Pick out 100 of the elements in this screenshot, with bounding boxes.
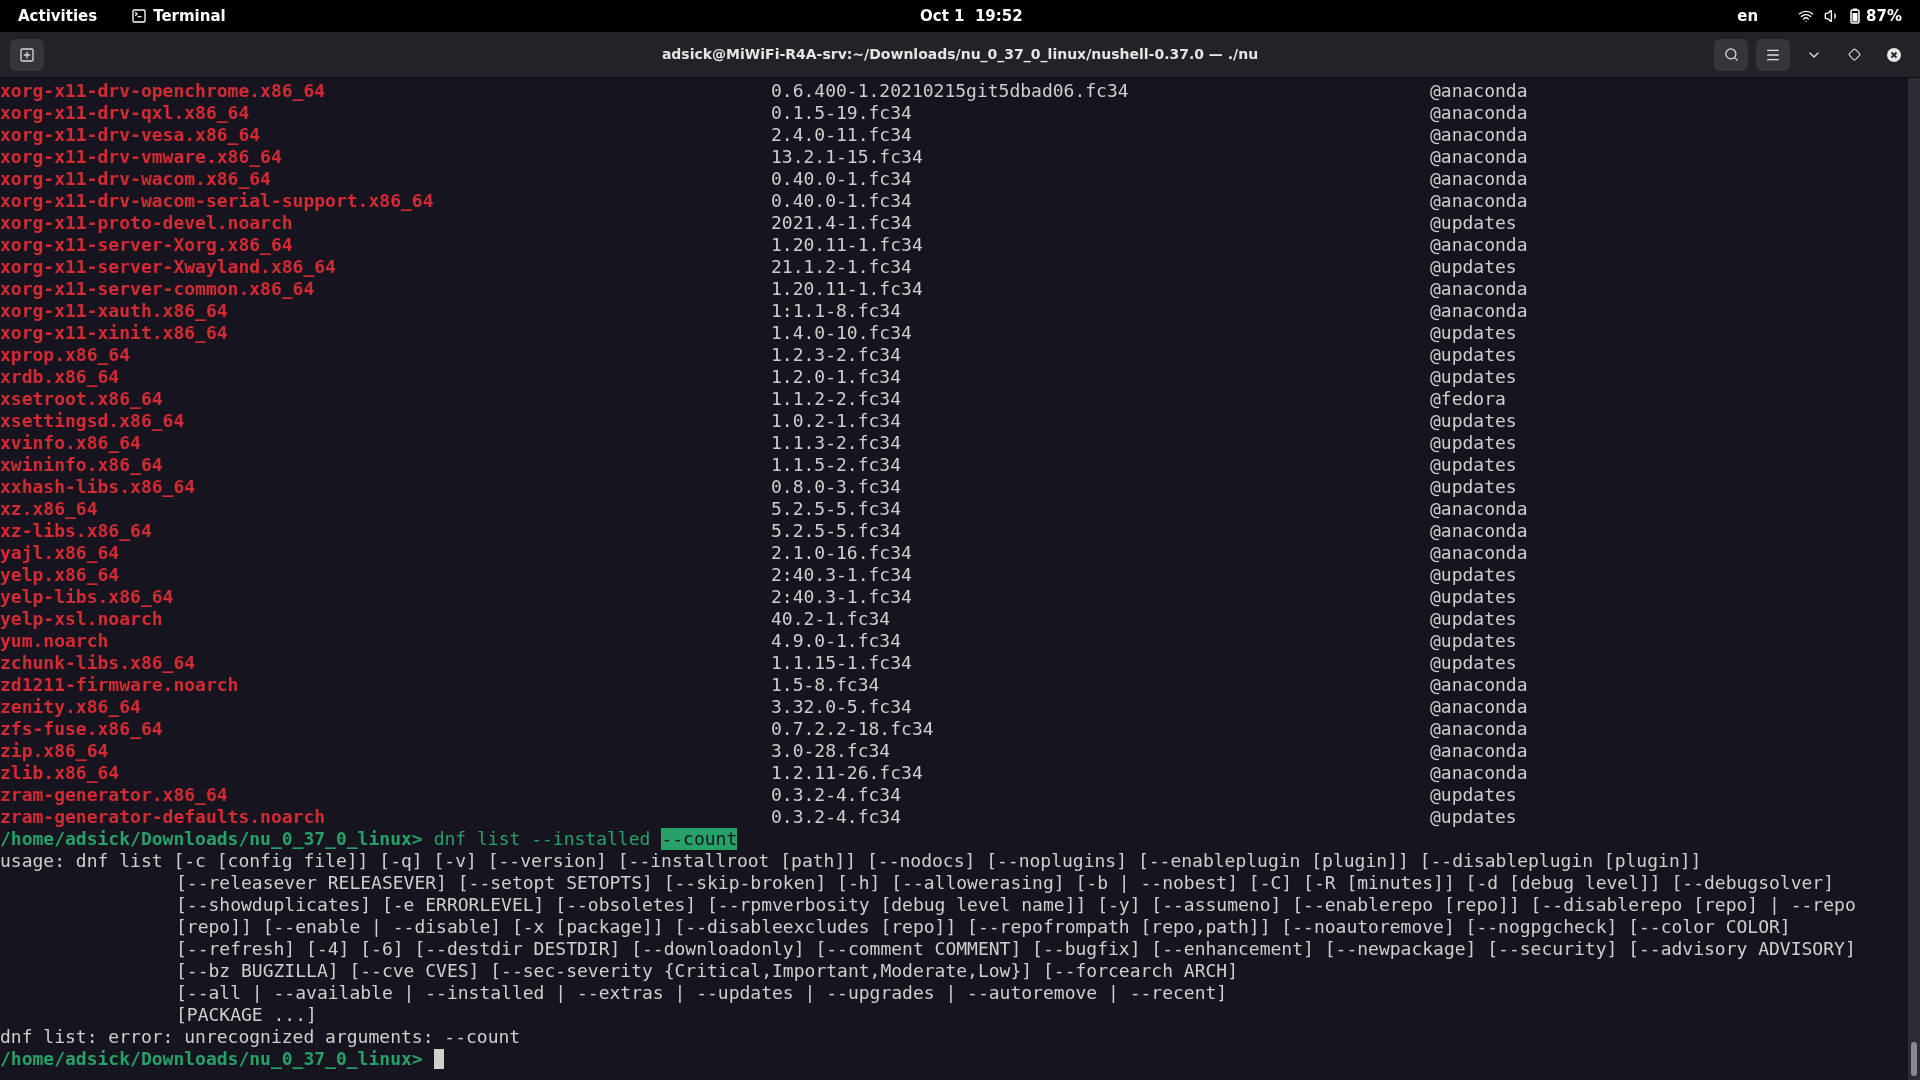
- package-version: 1.2.0-1.fc34: [771, 366, 903, 388]
- scrollbar-thumb[interactable]: [1911, 1042, 1917, 1076]
- package-repo: @anaconda: [1430, 740, 1528, 762]
- package-repo: @fedora: [1430, 388, 1506, 410]
- package-version: 0.40.0-1.fc34: [771, 190, 913, 212]
- package-name: xwininfo.x86_64: [0, 454, 164, 476]
- usage-line: [--refresh] [-4] [-6] [--destdir DESTDIR] [--downloadonly] [--comment COMMENT] [--bugfix] [--enhancement] [--newpackage] [--security] [--advisory ADVISORY]: [175, 938, 1856, 960]
- package-repo: @anaconda: [1430, 520, 1528, 542]
- prompt-path: /home/adsick/Downloads/nu_0_37_0_linux>: [0, 1048, 423, 1070]
- package-name: zram-generator-defaults.noarch: [0, 806, 327, 828]
- usage-line: [PACKAGE ...]: [175, 1004, 317, 1026]
- package-version: 40.2-1.fc34: [771, 608, 892, 630]
- package-name: xorg-x11-xauth.x86_64: [0, 300, 229, 322]
- package-repo: @updates: [1430, 806, 1517, 828]
- package-repo: @anaconda: [1430, 80, 1528, 102]
- wifi-icon[interactable]: [1798, 8, 1815, 24]
- package-name: xorg-x11-drv-wacom-serial-support.x86_64: [0, 190, 435, 212]
- package-version: 2:40.3-1.fc34: [771, 564, 913, 586]
- language-indicator[interactable]: en: [1737, 4, 1759, 28]
- package-repo: @updates: [1430, 608, 1517, 630]
- app-name[interactable]: Terminal: [153, 4, 226, 28]
- package-name: xorg-x11-drv-vmware.x86_64: [0, 146, 283, 168]
- close-icon: [1886, 46, 1902, 63]
- package-name: xorg-x11-server-common.x86_64: [0, 278, 316, 300]
- package-version: 0.6.400-1.20210215git5dbad06.fc34: [771, 80, 1130, 102]
- clock[interactable]: Oct 1 19:52: [920, 4, 1023, 28]
- package-version: 5.2.5-5.fc34: [771, 498, 903, 520]
- diamond-icon: [1847, 48, 1861, 61]
- usage-line: [--all | --available | --installed | --extras | --updates | --upgrades | --autoremove | --recent]: [175, 982, 1228, 1004]
- usage-line: usage: dnf list [-c [config file]] [-q] [-v] [--version] [--installroot [path]] [--nodocs] [--noplugins] [--enableplugin [plugin]] [--disableplugin [plugin]]: [0, 850, 1702, 872]
- usage-line: [--releasever RELEASEVER] [--setopt SETOPTS] [--skip-broken] [-h] [--allowerasing] [-b | --nobest] [-C] [-R [minutes]] [-d [debug level]] [--debugsolver]: [175, 872, 1835, 894]
- usage-line: [repo]] [--enable | --disable] [-x [package]] [--disableexcludes [repo]] [--repofrompath [repo,path]] [--noautoremove] [--nogpgcheck] [--color COLOR]: [175, 916, 1791, 938]
- package-name: xorg-x11-drv-qxl.x86_64: [0, 102, 251, 124]
- package-name: yajl.x86_64: [0, 542, 121, 564]
- package-name: zip.x86_64: [0, 740, 110, 762]
- package-name: xorg-x11-proto-devel.noarch: [0, 212, 294, 234]
- package-version: 1.2.3-2.fc34: [771, 344, 903, 366]
- package-repo: @updates: [1430, 410, 1517, 432]
- package-repo: @updates: [1430, 366, 1517, 388]
- package-version: 4.9.0-1.fc34: [771, 630, 903, 652]
- package-repo: @anaconda: [1430, 762, 1528, 784]
- package-version: 1.20.11-1.fc34: [771, 234, 924, 256]
- package-name: yelp-xsl.noarch: [0, 608, 164, 630]
- package-repo: @anaconda: [1430, 674, 1528, 696]
- package-repo: @anaconda: [1430, 696, 1528, 718]
- package-name: zram-generator.x86_64: [0, 784, 229, 806]
- package-name: zenity.x86_64: [0, 696, 142, 718]
- package-repo: @updates: [1430, 212, 1517, 234]
- package-name: xprop.x86_64: [0, 344, 132, 366]
- package-repo: @updates: [1430, 586, 1517, 608]
- package-name: xsetroot.x86_64: [0, 388, 164, 410]
- command-token: dnf list --installed: [433, 828, 651, 850]
- package-version: 1.1.3-2.fc34: [771, 432, 903, 454]
- battery-icon[interactable]: [1850, 8, 1861, 24]
- package-version: 1.1.15-1.fc34: [771, 652, 913, 674]
- scrollbar[interactable]: [1908, 78, 1920, 1080]
- package-version: 1.4.0-10.fc34: [771, 322, 913, 344]
- usage-line: [--bz BUGZILLA] [--cve CVES] [--sec-severity {Critical,Important,Moderate,Low}] [--forcearch ARCH]: [175, 960, 1239, 982]
- package-version: 1.0.2-1.fc34: [771, 410, 903, 432]
- package-repo: @anaconda: [1430, 278, 1528, 300]
- battery-percentage: 87%: [1866, 5, 1902, 27]
- package-version: 1.1.5-2.fc34: [771, 454, 903, 476]
- package-repo: @anaconda: [1430, 190, 1528, 212]
- package-name: zlib.x86_64: [0, 762, 121, 784]
- package-repo: @anaconda: [1430, 146, 1528, 168]
- package-version: 1.2.11-26.fc34: [771, 762, 924, 784]
- package-version: 2021.4-1.fc34: [771, 212, 913, 234]
- package-repo: @anaconda: [1430, 300, 1528, 322]
- package-name: xorg-x11-drv-openchrome.x86_64: [0, 80, 327, 102]
- package-name: xrdb.x86_64: [0, 366, 121, 388]
- package-repo: @updates: [1430, 564, 1517, 586]
- package-repo: @anaconda: [1430, 718, 1528, 740]
- package-name: xorg-x11-drv-wacom.x86_64: [0, 168, 272, 190]
- package-version: 1.1.2-2.fc34: [771, 388, 903, 410]
- package-repo: @updates: [1430, 784, 1517, 806]
- package-name: yelp.x86_64: [0, 564, 121, 586]
- package-name: zd1211-firmware.noarch: [0, 674, 240, 696]
- package-repo: @anaconda: [1430, 102, 1528, 124]
- package-name: zfs-fuse.x86_64: [0, 718, 164, 740]
- activities-button[interactable]: Activities: [18, 4, 98, 28]
- package-version: 0.7.2.2-18.fc34: [771, 718, 935, 740]
- error-message: dnf list: error: unrecognized arguments: --count: [0, 1026, 521, 1048]
- package-name: zchunk-libs.x86_64: [0, 652, 197, 674]
- package-repo: @updates: [1430, 322, 1517, 344]
- package-version: 13.2.1-15.fc34: [771, 146, 924, 168]
- package-repo: @updates: [1430, 476, 1517, 498]
- search-button[interactable]: [1714, 38, 1748, 71]
- new-tab-icon: [19, 46, 35, 63]
- package-version: 0.3.2-4.fc34: [771, 784, 903, 806]
- package-version: 3.0-28.fc34: [771, 740, 892, 762]
- new-tab-button[interactable]: [10, 38, 44, 71]
- package-repo: @anaconda: [1430, 542, 1528, 564]
- package-repo: @updates: [1430, 630, 1517, 652]
- package-version: 21.1.2-1.fc34: [771, 256, 913, 278]
- package-name: xz.x86_64: [0, 498, 99, 520]
- package-version: 5.2.5-5.fc34: [771, 520, 903, 542]
- package-version: 2.1.0-16.fc34: [771, 542, 913, 564]
- menu-button[interactable]: [1756, 38, 1790, 71]
- package-version: 1:1.1-8.fc34: [771, 300, 903, 322]
- window-title: adsick@MiWiFi-R4A-srv:~/Downloads/nu_0_37_0_linux/nushell-0.37.0 — ./nu: [661, 45, 1259, 65]
